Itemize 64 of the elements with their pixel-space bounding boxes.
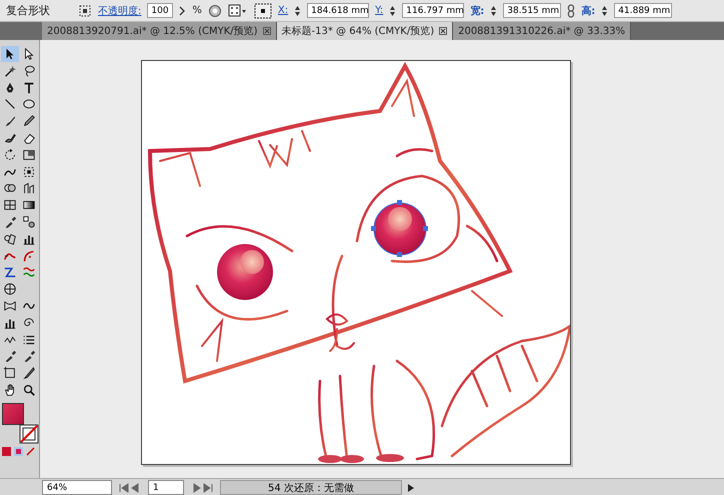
direct-selection-icon [22,47,36,61]
symbol-icon [3,232,17,246]
width-label[interactable]: 宽: [470,4,484,18]
opacity-field[interactable]: 100 [147,3,174,18]
blend-icon [22,214,36,229]
color-mode-icon[interactable] [2,446,11,456]
object-type-label: 复合形状 [6,3,50,18]
link-icon[interactable] [567,4,576,18]
spinner-icon[interactable] [601,4,608,16]
pucker-icon [3,298,17,313]
tool-button[interactable] [1,46,19,62]
knife-icon [22,366,36,380]
page-field[interactable]: 1 [148,480,184,495]
zigzag-path-icon [3,265,17,280]
document-tab[interactable]: 200881391310226.ai* @ 33.33% [453,22,632,40]
percent-unit: % [192,5,202,16]
close-icon[interactable] [262,27,271,35]
gradient-mode-icon[interactable] [14,446,23,456]
spinner-icon[interactable] [294,4,302,16]
dotted-square-icon[interactable] [78,4,92,18]
spinner-icon[interactable] [490,4,498,16]
hand-icon [3,382,17,397]
recolor-wheel-icon[interactable] [208,4,222,18]
brush-icon [3,114,17,128]
selection-path[interactable] [371,200,428,257]
opacity-label[interactable]: 不透明度: [98,4,142,18]
line-icon [3,97,17,112]
graph-icon [22,181,36,196]
scale-icon [22,148,36,162]
spinner-icon[interactable] [389,4,396,16]
lasso-icon [22,64,36,78]
chevron-icon[interactable] [179,4,186,16]
x-field[interactable]: 184.618 mm [307,3,370,18]
y-label[interactable]: Y: [375,5,384,16]
crosshair-icon [3,282,17,296]
artboard-icon [3,366,17,380]
stroke-none-swatch[interactable] [19,424,39,444]
hook-curve-icon [22,248,36,263]
height-label[interactable]: 高: [581,4,596,18]
type-icon [22,80,36,95]
eyedropper-icon [22,349,36,364]
eyedropper-icon [3,349,17,364]
ellipse-icon [22,97,36,112]
eyedropper-icon [3,214,17,229]
magic-wand-icon [3,64,17,78]
zoom-field[interactable]: 64% [42,480,112,495]
style-dropdown-icon[interactable] [228,4,248,18]
free-transform-icon [22,164,36,179]
rotate-icon [3,148,17,162]
width-field[interactable]: 38.515 mm [503,3,562,18]
document-tab[interactable]: 2008813920791.ai* @ 12.5% (CMYK/预览) [42,22,277,40]
reference-point-icon[interactable] [254,2,272,18]
mesh-icon [3,198,17,212]
wave-lines-icon [22,265,36,280]
document-tab[interactable]: 未标题-13* @ 64% (CMYK/预览) [276,22,454,40]
status-message: 54 次还原：无需做 [220,480,402,495]
none-mode-icon[interactable] [26,446,35,456]
fill-swatch[interactable] [2,402,24,425]
pencil-icon [22,114,36,128]
close-icon[interactable] [439,27,448,35]
x-label[interactable]: X: [278,5,288,16]
zoom-icon [22,382,36,397]
y-field[interactable]: 116.797 mm [402,3,464,18]
height-field[interactable]: 41.889 mm [614,3,672,18]
